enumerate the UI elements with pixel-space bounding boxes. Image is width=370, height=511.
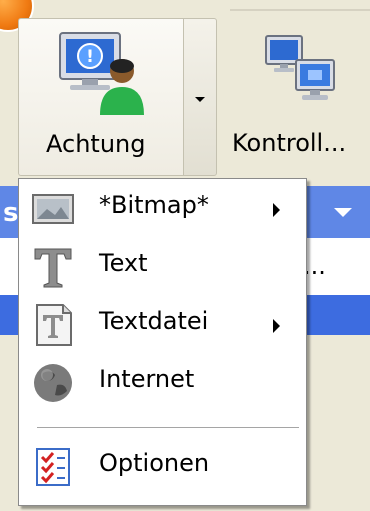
achtung-button[interactable]: ! Achtung [18, 18, 183, 176]
submenu-arrow-icon [273, 319, 280, 333]
toolbar-divider [230, 9, 370, 11]
achtung-label: Achtung [46, 130, 146, 158]
menu-item-bitmap[interactable]: *Bitmap* [19, 179, 306, 237]
task-pane-header-letter: s [3, 198, 19, 228]
network-computers-icon [265, 35, 335, 100]
chevron-down-icon [195, 97, 205, 102]
menu-separator [37, 427, 299, 428]
context-menu: *Bitmap* Text Textdatei Internet Optione… [18, 178, 307, 506]
svg-text:!: ! [86, 47, 94, 67]
menu-item-label: Internet [99, 365, 195, 393]
monitor-user-icon: ! [59, 32, 144, 115]
menu-item-textdatei[interactable]: Textdatei [19, 295, 306, 353]
kontroll-label: Kontroll... [232, 129, 347, 157]
menu-item-label: Textdatei [99, 307, 209, 335]
submenu-arrow-icon [273, 203, 280, 217]
expand-arrow-icon[interactable] [334, 208, 352, 217]
menu-item-label: Optionen [99, 449, 210, 477]
menu-item-label: *Bitmap* [99, 191, 209, 219]
menu-item-internet[interactable]: Internet [19, 353, 306, 411]
achtung-dropdown-arrow[interactable] [183, 18, 217, 176]
bitmap-image-icon [32, 194, 74, 224]
checklist-icon [36, 448, 70, 486]
globe-icon [34, 364, 72, 402]
text-file-icon [36, 304, 72, 346]
menu-item-text[interactable]: Text [19, 237, 306, 295]
kontroll-button[interactable]: Kontroll... [226, 20, 370, 176]
menu-item-optionen[interactable]: Optionen [19, 437, 306, 495]
text-letter-t-icon [34, 248, 72, 288]
menu-item-label: Text [99, 249, 148, 277]
